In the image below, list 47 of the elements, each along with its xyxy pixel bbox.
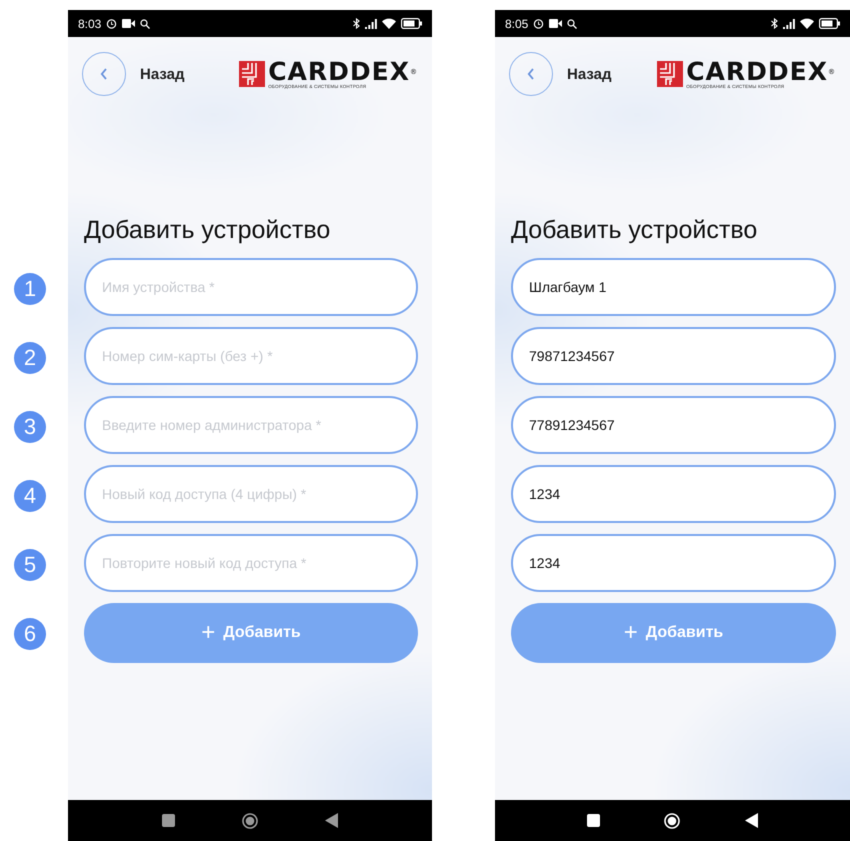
back-triangle-icon[interactable] bbox=[325, 813, 338, 828]
logo-icon bbox=[239, 61, 266, 87]
input-field[interactable]: Введите номер администратора * bbox=[84, 396, 418, 454]
battery-icon bbox=[819, 18, 840, 29]
chevron-left-icon bbox=[100, 68, 108, 80]
recent-apps-icon[interactable] bbox=[587, 814, 600, 827]
wifi-icon bbox=[800, 18, 814, 29]
alarm-clock-icon bbox=[106, 18, 118, 29]
back-label[interactable]: Назад bbox=[140, 66, 184, 82]
input-field[interactable]: Новый код доступа (4 цифры) * bbox=[84, 465, 418, 523]
step-number: 6 bbox=[14, 618, 46, 650]
input-field[interactable]: 79871234567 bbox=[511, 327, 836, 385]
search-icon bbox=[567, 18, 578, 28]
search-icon bbox=[140, 18, 150, 28]
step-number: 1 bbox=[14, 273, 46, 305]
video-camera-icon bbox=[122, 19, 136, 28]
battery-icon bbox=[401, 18, 422, 29]
input-field[interactable]: 1234 bbox=[511, 465, 836, 523]
video-camera-icon bbox=[549, 19, 562, 28]
logo-wordmark: CARDDEX$^{®}$ bbox=[268, 60, 418, 84]
input-field[interactable]: 77891234567 bbox=[511, 396, 836, 454]
page-title: Добавить устройство bbox=[511, 216, 758, 246]
signal-icon bbox=[365, 18, 377, 28]
wifi-icon bbox=[382, 18, 396, 29]
status-time: 8:03 bbox=[78, 16, 102, 30]
input-field[interactable]: Номер сим-карты (без +) * bbox=[84, 327, 418, 385]
input-field[interactable]: Имя устройства * bbox=[84, 258, 418, 316]
step-number: 5 bbox=[14, 549, 46, 581]
input-field[interactable]: Повторите новый код доступа * bbox=[84, 534, 418, 592]
back-label[interactable]: Назад bbox=[567, 66, 612, 82]
bluetooth-icon bbox=[353, 18, 360, 29]
bluetooth-icon bbox=[771, 18, 778, 29]
logo-wordmark: CARDDEX$^{®}$ bbox=[686, 60, 836, 84]
input-field[interactable]: 1234 bbox=[511, 534, 836, 592]
page-title: Добавить устройство bbox=[84, 216, 332, 246]
recent-apps-icon[interactable] bbox=[162, 814, 175, 827]
input-field[interactable]: Шлагбаум 1 bbox=[511, 258, 836, 316]
logo-icon bbox=[657, 61, 684, 87]
step-number: 3 bbox=[14, 411, 46, 443]
alarm-clock-icon bbox=[533, 18, 544, 29]
back-triangle-icon[interactable] bbox=[744, 813, 758, 828]
step-number: 4 bbox=[14, 480, 46, 512]
signal-icon bbox=[783, 18, 795, 28]
step-number: 2 bbox=[14, 342, 46, 374]
chevron-left-icon bbox=[527, 68, 535, 80]
status-time: 8:05 bbox=[505, 16, 528, 30]
home-icon[interactable] bbox=[242, 812, 258, 828]
